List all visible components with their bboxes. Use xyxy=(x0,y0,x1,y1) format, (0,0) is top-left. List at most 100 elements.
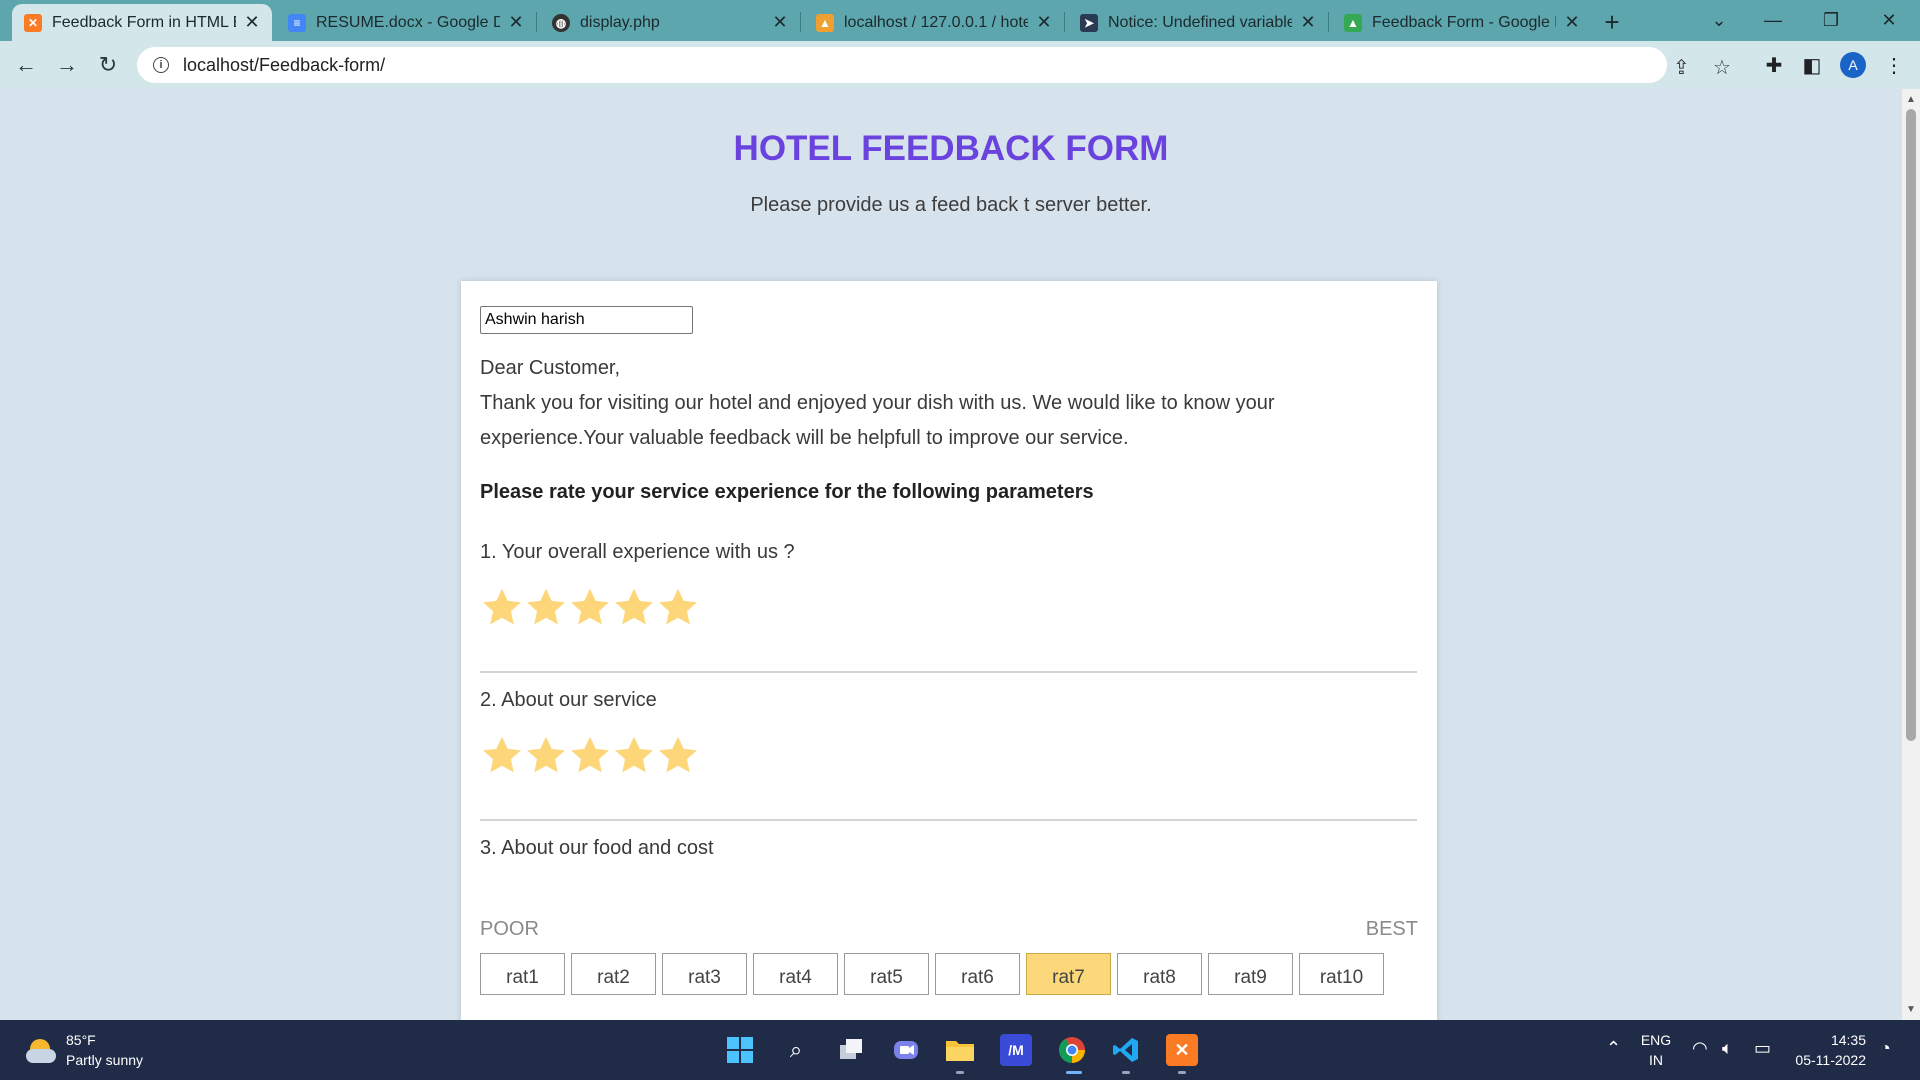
rating-button-3[interactable]: rat3 xyxy=(662,953,747,995)
teams-chat-icon[interactable] xyxy=(890,1034,922,1066)
tab-notice-undefined[interactable]: ➤ Notice: Undefined variable: ✕ xyxy=(1068,4,1328,41)
tab-title: display.php xyxy=(580,13,660,31)
tab-separator xyxy=(1064,12,1065,32)
star-icon[interactable] xyxy=(480,734,524,778)
forward-arrow-icon[interactable]: → xyxy=(51,49,83,81)
running-indicator xyxy=(1122,1071,1130,1074)
tab-search-chevron-icon[interactable]: ⌄ xyxy=(1696,4,1742,36)
rating-button-6[interactable]: rat6 xyxy=(935,953,1020,995)
scroll-down-arrow-icon[interactable]: ▼ xyxy=(1902,1001,1920,1017)
tab-feedback-drive[interactable]: ▲ Feedback Form - Google D ✕ xyxy=(1332,4,1592,41)
windows-taskbar: 85°F Partly sunny ⌕ /M ✕ ⌃ ENG IN ◠ 🔈︎ ▭… xyxy=(0,1020,1920,1080)
minimize-icon[interactable]: — xyxy=(1750,4,1796,36)
side-panel-icon[interactable]: ◧ xyxy=(1800,53,1824,77)
tab-feedback-form[interactable]: ✕ Feedback Form in HTML Ex ✕ xyxy=(12,4,272,41)
tab-resume-doc[interactable]: ≡ RESUME.docx - Google Doc ✕ xyxy=(276,4,536,41)
clock[interactable]: 14:35 05-11-2022 xyxy=(1790,1030,1866,1070)
weather-description: Partly sunny xyxy=(66,1052,144,1068)
tab-separator xyxy=(800,12,801,32)
rating-button-8[interactable]: rat8 xyxy=(1117,953,1202,995)
close-icon[interactable]: ✕ xyxy=(770,12,790,33)
extensions-puzzle-icon[interactable]: ✚ xyxy=(1762,53,1786,77)
reload-icon[interactable]: ↻ xyxy=(92,49,124,81)
star-icon[interactable] xyxy=(656,734,700,778)
phpmyadmin-icon: ▲ xyxy=(816,13,834,32)
send-icon: ➤ xyxy=(1080,13,1098,32)
browser-tab-strip: ✕ Feedback Form in HTML Ex ✕ ≡ RESUME.do… xyxy=(0,0,1920,41)
chrome-icon[interactable] xyxy=(1056,1034,1088,1066)
tab-phpmyadmin[interactable]: ▲ localhost / 127.0.0.1 / hotel ✕ xyxy=(804,4,1064,41)
tab-display-php[interactable]: ◍ display.php ✕ xyxy=(540,4,800,41)
star-icon[interactable] xyxy=(612,586,656,630)
notifications-icon[interactable]: ◔ xyxy=(1880,1038,1891,1059)
address-bar[interactable]: i localhost/Feedback-form/ ⇪ ☆ xyxy=(137,47,1731,83)
question-2-label: 2. About our service xyxy=(480,689,657,711)
battery-icon[interactable]: ▭ xyxy=(1754,1038,1771,1059)
scrollbar-thumb[interactable] xyxy=(1906,109,1916,741)
xampp-icon[interactable]: ✕ xyxy=(1166,1034,1198,1066)
tab-title: Notice: Undefined variable: xyxy=(1108,13,1292,31)
rate-heading: Please rate your service experience for … xyxy=(480,481,1094,503)
page-subtitle: Please provide us a feed back t server b… xyxy=(750,194,1152,216)
vscode-icon[interactable] xyxy=(1110,1034,1142,1066)
tab-title: RESUME.docx - Google Doc xyxy=(316,13,500,31)
task-view-icon[interactable] xyxy=(836,1034,868,1066)
star-icon[interactable] xyxy=(524,586,568,630)
rating-button-1[interactable]: rat1 xyxy=(480,953,565,995)
tab-separator xyxy=(1328,12,1329,32)
question-1-stars[interactable] xyxy=(480,586,700,630)
tab-title: localhost / 127.0.0.1 / hotel xyxy=(844,13,1028,31)
star-icon[interactable] xyxy=(480,586,524,630)
question-3-label: 3. About our food and cost xyxy=(480,837,714,859)
rating-button-7[interactable]: rat7 xyxy=(1026,953,1111,995)
site-info-icon[interactable]: i xyxy=(153,57,169,73)
star-icon[interactable] xyxy=(524,734,568,778)
close-window-icon[interactable]: ✕ xyxy=(1866,4,1912,36)
scroll-up-arrow-icon[interactable]: ▲ xyxy=(1902,91,1920,107)
close-icon[interactable]: ✕ xyxy=(1562,12,1582,33)
file-explorer-icon[interactable] xyxy=(944,1034,976,1066)
close-icon[interactable]: ✕ xyxy=(1298,12,1318,33)
rating-button-2[interactable]: rat2 xyxy=(571,953,656,995)
new-tab-button[interactable]: + xyxy=(1598,7,1626,37)
tab-title: Feedback Form in HTML Ex xyxy=(52,13,236,31)
xampp-icon: ✕ xyxy=(24,13,42,32)
restore-icon[interactable]: ❐ xyxy=(1808,4,1854,36)
volume-muted-icon[interactable]: 🔈︎ xyxy=(1722,1038,1733,1059)
weather-widget[interactable]: 85°F Partly sunny xyxy=(26,1030,143,1070)
close-icon[interactable]: ✕ xyxy=(242,12,262,33)
clock-time: 14:35 xyxy=(1830,1032,1866,1048)
rating-scale: rat1 rat2 rat3 rat4 rat5 rat6 rat7 rat8 … xyxy=(480,953,1390,995)
star-icon[interactable] xyxy=(568,586,612,630)
close-icon[interactable]: ✕ xyxy=(1034,12,1054,33)
rating-button-4[interactable]: rat4 xyxy=(753,953,838,995)
page-title: HOTEL FEEDBACK FORM xyxy=(733,129,1169,168)
customer-name-input[interactable] xyxy=(480,306,693,334)
star-icon[interactable] xyxy=(568,734,612,778)
windows-start-icon[interactable] xyxy=(724,1034,756,1066)
tab-separator xyxy=(536,12,537,32)
region-code: IN xyxy=(1649,1052,1663,1068)
search-icon[interactable]: ⌕ xyxy=(780,1034,812,1066)
google-docs-icon: ≡ xyxy=(288,13,306,32)
share-icon[interactable]: ⇪ xyxy=(1673,55,1690,80)
back-arrow-icon[interactable]: ← xyxy=(10,49,42,81)
profile-avatar[interactable]: A xyxy=(1840,52,1866,78)
rating-button-9[interactable]: rat9 xyxy=(1208,953,1293,995)
greeting-salutation: Dear Customer, xyxy=(480,357,621,379)
mathpix-icon[interactable]: /M xyxy=(1000,1034,1032,1066)
page-scrollbar[interactable]: ▲ ▼ xyxy=(1902,89,1920,1020)
wifi-icon[interactable]: ◠ xyxy=(1692,1038,1708,1059)
rating-button-10[interactable]: rat10 xyxy=(1299,953,1384,995)
close-icon[interactable]: ✕ xyxy=(506,12,526,33)
language-indicator[interactable]: ENG IN xyxy=(1636,1030,1676,1070)
star-icon[interactable] xyxy=(656,586,700,630)
question-2-stars[interactable] xyxy=(480,734,700,778)
star-icon[interactable] xyxy=(612,734,656,778)
rating-button-5[interactable]: rat5 xyxy=(844,953,929,995)
chevron-up-icon[interactable]: ⌃ xyxy=(1606,1038,1621,1059)
divider xyxy=(480,819,1417,821)
more-menu-icon[interactable]: ⋮ xyxy=(1882,53,1906,77)
url-text: localhost/Feedback-form/ xyxy=(183,54,386,75)
bookmark-star-icon[interactable]: ☆ xyxy=(1713,55,1731,80)
